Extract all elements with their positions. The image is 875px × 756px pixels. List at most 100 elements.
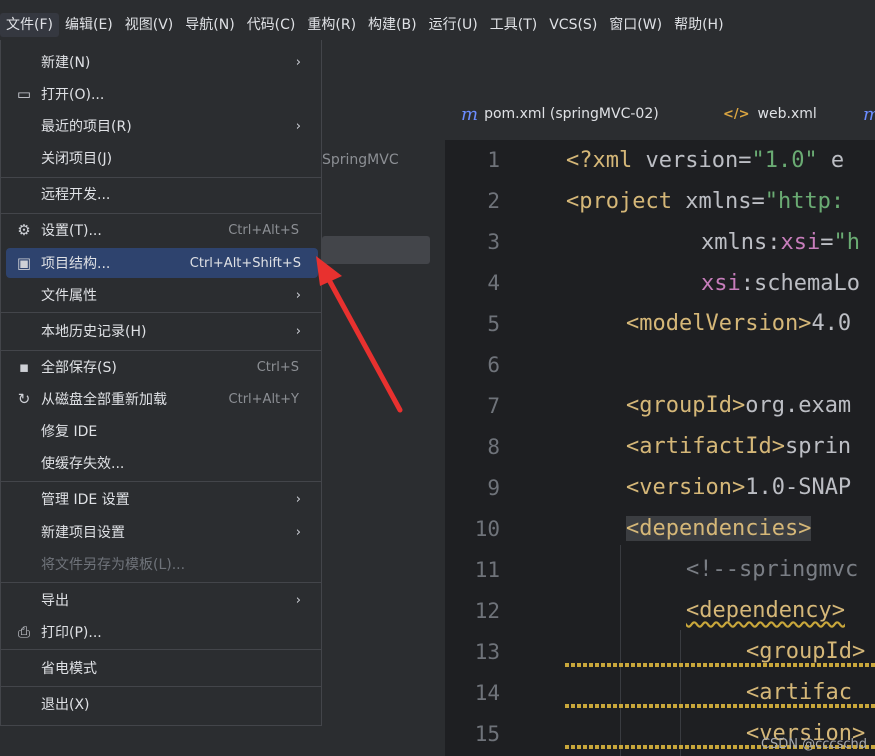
menu-item-label: 全部保存(S)	[41, 360, 117, 376]
code-line-1: <?xml version="1.0" e	[566, 148, 845, 173]
file-menu-item-17[interactable]: ⎙ 打印(P)...	[1, 617, 321, 647]
tab-label: web.xml	[757, 106, 817, 122]
menubar-item-9[interactable]: VCS(S)	[543, 13, 603, 37]
menu-item-label: 使缓存失效...	[41, 456, 125, 472]
menu-item-label: 新建项目设置	[41, 525, 125, 541]
menu-item-label: 修复 IDE	[41, 424, 98, 440]
editor-tab-bar: m pom.xml (springMVC-02) </> web.xml m	[445, 88, 875, 141]
file-menu-item-18[interactable]: 省电模式	[1, 653, 321, 683]
project-tree-selected-row[interactable]	[322, 236, 430, 264]
submenu-chevron-icon: ›	[295, 491, 301, 507]
menu-item-label: 管理 IDE 设置	[41, 492, 130, 508]
menu-separator	[1, 686, 321, 687]
code-line-13: <groupId>	[746, 639, 866, 664]
code-editor[interactable]: <?xml version="1.0" e <project xmlns="ht…	[550, 140, 875, 756]
menu-item-label: 将文件另存为模板(L)...	[41, 557, 186, 573]
menubar-item-0[interactable]: 文件(F)	[0, 13, 59, 37]
indent-guide	[680, 630, 681, 756]
tab-web-xml[interactable]: </> web.xml	[723, 88, 817, 140]
printer-icon: ⎙	[17, 623, 30, 641]
menubar-item-10[interactable]: 窗口(W)	[603, 13, 668, 37]
menu-item-shortcut: Ctrl+Alt+Shift+S	[189, 255, 301, 271]
line-number: 11	[474, 558, 500, 582]
file-menu-item-4[interactable]: 远程开发...	[1, 179, 321, 209]
reload-icon: ↻	[17, 390, 31, 408]
file-menu-item-8[interactable]: 本地历史记录(H) ›	[1, 316, 321, 346]
menubar-item-6[interactable]: 构建(B)	[362, 13, 423, 37]
menu-item-label: 打开(O)...	[41, 87, 105, 103]
file-menu-item-3[interactable]: 关闭项目(J)	[1, 143, 321, 173]
file-menu-item-7[interactable]: 文件属性 ›	[1, 280, 321, 310]
menubar-item-3[interactable]: 导航(N)	[179, 13, 240, 37]
file-menu-item-11[interactable]: 修复 IDE	[1, 416, 321, 446]
submenu-chevron-icon: ›	[295, 524, 301, 540]
save-icon: ▪	[18, 358, 30, 376]
menu-item-label: 本地历史记录(H)	[41, 324, 147, 340]
file-menu-item-1[interactable]: ▭ 打开(O)...	[1, 79, 321, 109]
line-number: 15	[474, 722, 500, 746]
menu-item-label: 关闭项目(J)	[41, 151, 113, 167]
menu-separator	[1, 312, 321, 313]
menu-separator	[1, 350, 321, 351]
file-menu-item-16[interactable]: 导出 ›	[1, 585, 321, 615]
submenu-chevron-icon: ›	[295, 54, 301, 70]
menu-separator	[1, 582, 321, 583]
tab-third[interactable]: m	[863, 88, 875, 140]
menu-separator	[1, 213, 321, 214]
code-line-14: <artifac	[746, 680, 852, 705]
file-menu-item-2[interactable]: 最近的项目(R) ›	[1, 111, 321, 141]
menubar-item-1[interactable]: 编辑(E)	[59, 13, 119, 37]
code-line-2: <project xmlns="http:	[566, 189, 845, 214]
code-line-5: <modelVersion>4.0	[626, 311, 852, 336]
menu-bar: 文件(F) 编辑(E) 视图(V) 导航(N) 代码(C) 重构(R) 构建(B) 运行(U)…	[0, 10, 875, 40]
code-line-9: <version>1.0-SNAP	[626, 475, 852, 500]
line-number: 12	[474, 599, 500, 623]
file-menu-item-9[interactable]: ▪ 全部保存(S) Ctrl+S	[1, 352, 321, 382]
code-line-3: xmlns:xsi="h	[701, 230, 860, 255]
line-number: 3	[487, 230, 500, 254]
code-line-4: xsi:schemaLo	[701, 271, 860, 296]
line-number: 5	[487, 312, 500, 336]
indent-guide	[620, 545, 621, 756]
xml-file-icon: </>	[723, 106, 750, 122]
folder-icon: ▭	[16, 85, 32, 103]
file-menu-item-10[interactable]: ↻ 从磁盘全部重新加载 Ctrl+Alt+Y	[1, 384, 321, 414]
line-number: 4	[487, 271, 500, 295]
tab-pom-xml[interactable]: m pom.xml (springMVC-02)	[461, 88, 659, 140]
menubar-item-2[interactable]: 视图(V)	[119, 13, 180, 37]
file-menu-item-6[interactable]: ▣ 项目结构... Ctrl+Alt+Shift+S	[6, 248, 318, 278]
file-menu-item-12[interactable]: 使缓存失效...	[1, 448, 321, 478]
submenu-chevron-icon: ›	[295, 323, 301, 339]
file-menu-dropdown: 新建(N) › ▭ 打开(O)... 最近的项目(R) › 关闭项目(J) 远程开发... ⚙ 设…	[0, 40, 322, 726]
submenu-chevron-icon: ›	[295, 592, 301, 608]
watermark: CSDN @cccschd	[760, 737, 867, 752]
submenu-chevron-icon: ›	[295, 118, 301, 134]
menubar-item-4[interactable]: 代码(C)	[241, 13, 302, 37]
project-tree-label[interactable]: SpringMVC	[322, 152, 399, 168]
maven-icon: m	[863, 104, 875, 125]
menu-item-label: 省电模式	[41, 661, 97, 677]
menubar-item-7[interactable]: 运行(U)	[423, 13, 484, 37]
project-structure-icon: ▣	[16, 254, 32, 272]
menu-item-label: 文件属性	[41, 288, 97, 304]
code-line-11: <!--springmvc	[686, 557, 859, 582]
menubar-item-5[interactable]: 重构(R)	[301, 13, 362, 37]
gear-icon: ⚙	[17, 221, 31, 239]
line-number: 2	[487, 189, 500, 213]
line-number: 7	[487, 394, 500, 418]
menubar-item-11[interactable]: 帮助(H)	[668, 13, 729, 37]
menu-item-label: 新建(N)	[41, 55, 91, 71]
menu-item-label: 打印(P)...	[41, 625, 102, 641]
file-menu-item-0[interactable]: 新建(N) ›	[1, 47, 321, 77]
submenu-chevron-icon: ›	[295, 287, 301, 303]
menubar-item-8[interactable]: 工具(T)	[484, 13, 543, 37]
file-menu-item-19[interactable]: 退出(X)	[1, 689, 321, 719]
file-menu-item-15[interactable]: 将文件另存为模板(L)...	[1, 549, 321, 579]
line-number: 14	[474, 681, 500, 705]
file-menu-item-13[interactable]: 管理 IDE 设置 ›	[1, 484, 321, 514]
line-number: 10	[474, 517, 500, 541]
line-number: 8	[487, 435, 500, 459]
file-menu-item-5[interactable]: ⚙ 设置(T)... Ctrl+Alt+S	[1, 215, 321, 245]
menu-item-label: 设置(T)...	[41, 223, 102, 239]
file-menu-item-14[interactable]: 新建项目设置 ›	[1, 517, 321, 547]
